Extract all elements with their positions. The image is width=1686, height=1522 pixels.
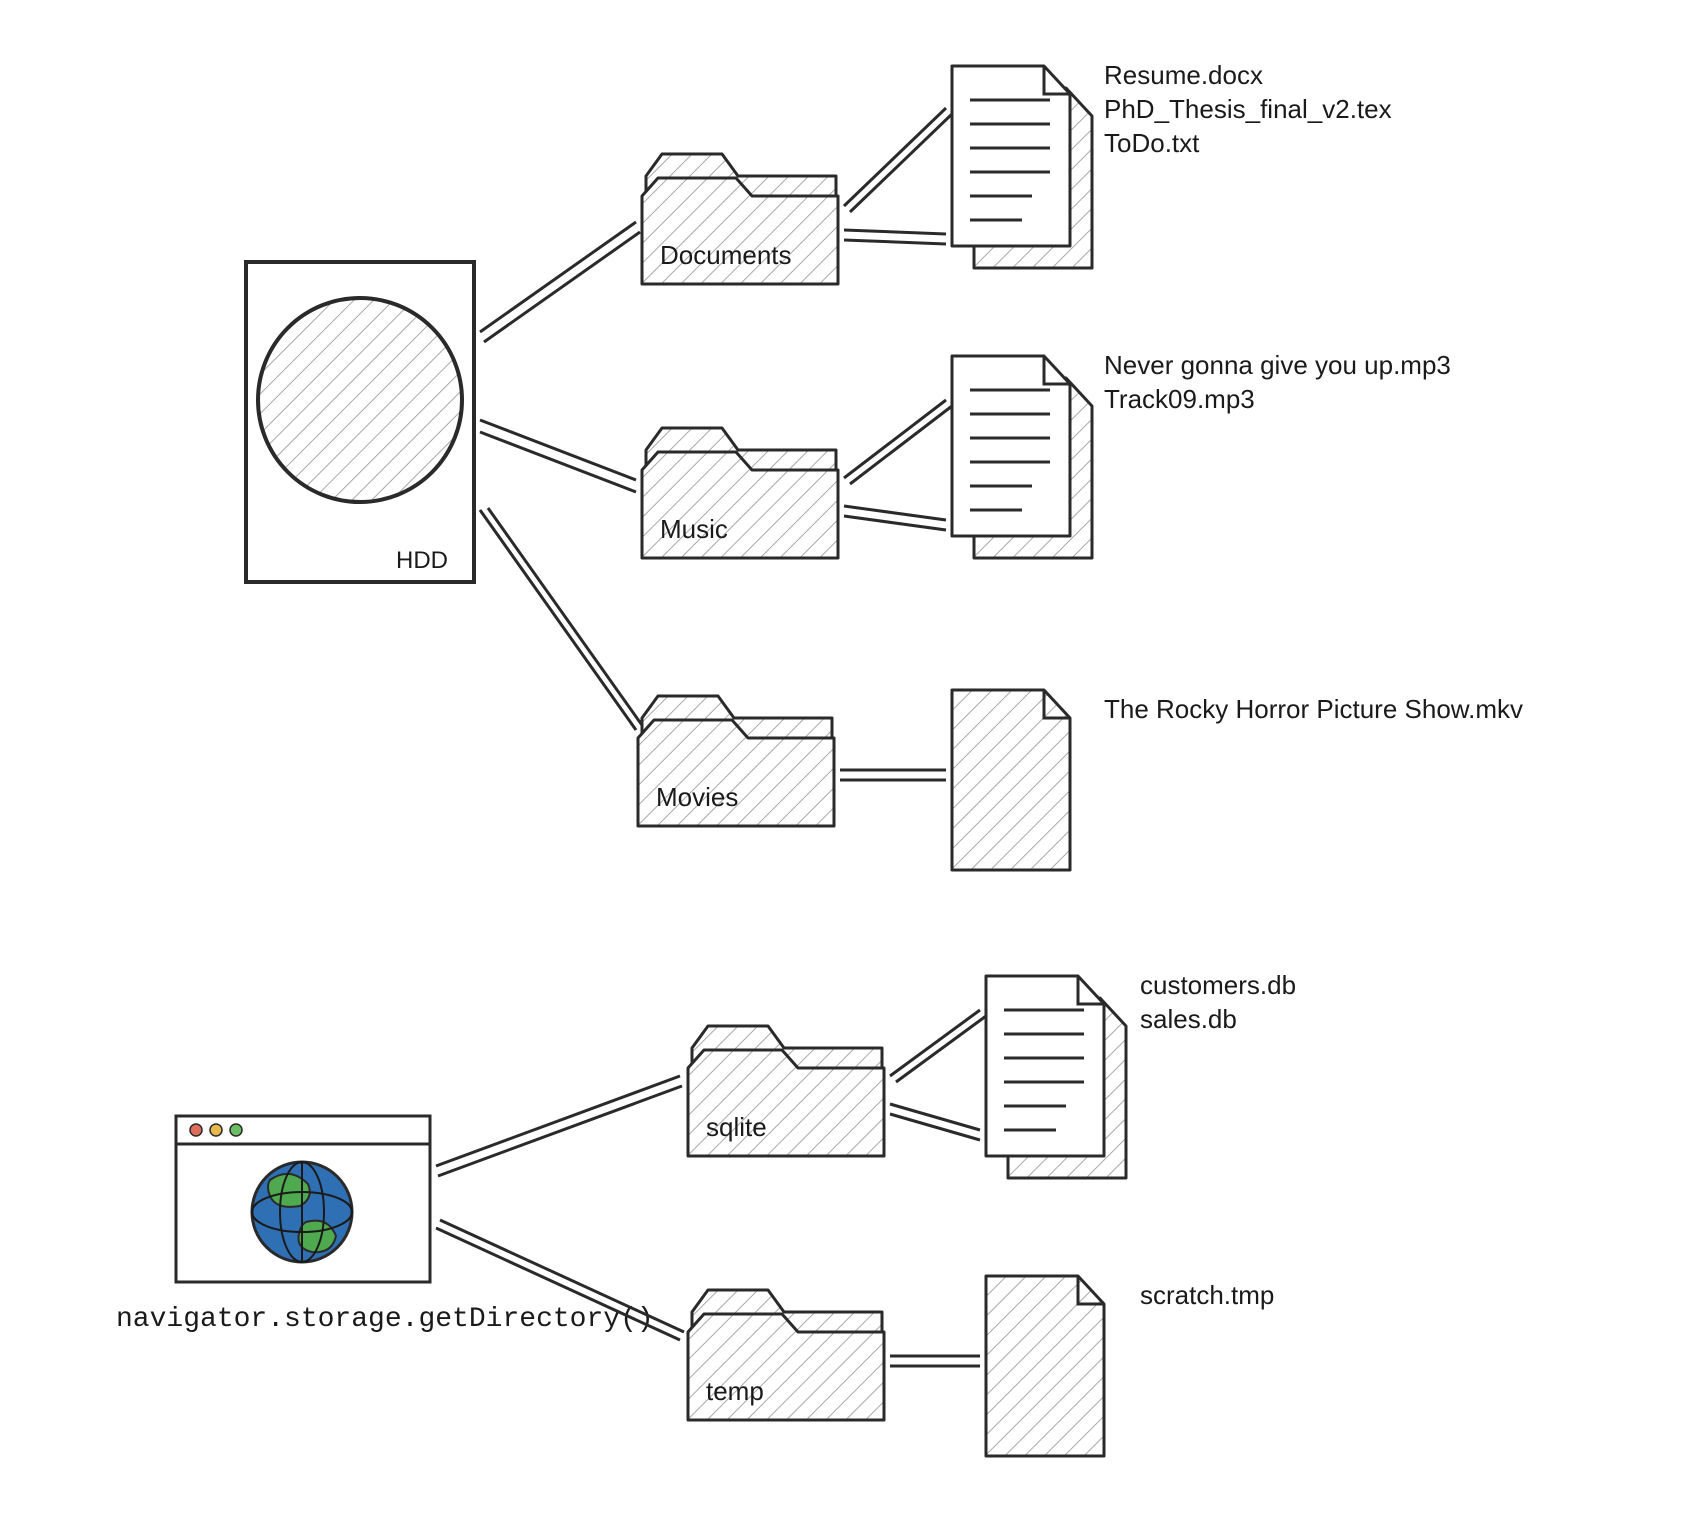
folder-music: Music bbox=[642, 428, 838, 558]
file-item: ToDo.txt bbox=[1104, 128, 1200, 158]
connector-line bbox=[844, 400, 952, 530]
folder-label: Music bbox=[660, 514, 728, 544]
file-item: scratch.tmp bbox=[1140, 1280, 1274, 1310]
folder-label: Movies bbox=[656, 782, 738, 812]
file-item: PhD_Thesis_final_v2.tex bbox=[1104, 94, 1392, 124]
file-icon bbox=[986, 1276, 1104, 1456]
file-item: The Rocky Horror Picture Show.mkv bbox=[1104, 694, 1523, 724]
globe-icon bbox=[252, 1162, 352, 1262]
file-item: Never gonna give you up.mp3 bbox=[1104, 350, 1451, 380]
connector-line bbox=[844, 108, 952, 244]
connector-line bbox=[436, 1076, 684, 1340]
file-item: Resume.docx bbox=[1104, 60, 1263, 90]
folder-documents: Documents bbox=[642, 154, 838, 284]
folder-temp: temp bbox=[688, 1290, 884, 1420]
folder-movies: Movies bbox=[638, 696, 834, 826]
file-item: sales.db bbox=[1140, 1004, 1237, 1034]
folder-label: temp bbox=[706, 1376, 764, 1406]
connector-line bbox=[840, 770, 946, 780]
browser-icon bbox=[176, 1116, 430, 1282]
hdd-label: HDD bbox=[396, 547, 448, 574]
file-stack-icon bbox=[952, 66, 1092, 268]
connector-line bbox=[890, 1356, 980, 1366]
connector-line bbox=[480, 222, 644, 730]
folder-sqlite: sqlite bbox=[688, 1026, 884, 1156]
connector-line bbox=[890, 1010, 986, 1140]
api-label: navigator.storage.getDirectory() bbox=[116, 1304, 654, 1335]
file-icon bbox=[952, 690, 1070, 870]
folder-label: sqlite bbox=[706, 1112, 767, 1142]
folder-label: Documents bbox=[660, 240, 792, 270]
file-stack-icon bbox=[952, 356, 1092, 558]
file-stack-icon bbox=[986, 976, 1126, 1178]
file-item: Track09.mp3 bbox=[1104, 384, 1255, 414]
file-item: customers.db bbox=[1140, 970, 1296, 1000]
hdd-icon: HDD bbox=[246, 262, 474, 582]
